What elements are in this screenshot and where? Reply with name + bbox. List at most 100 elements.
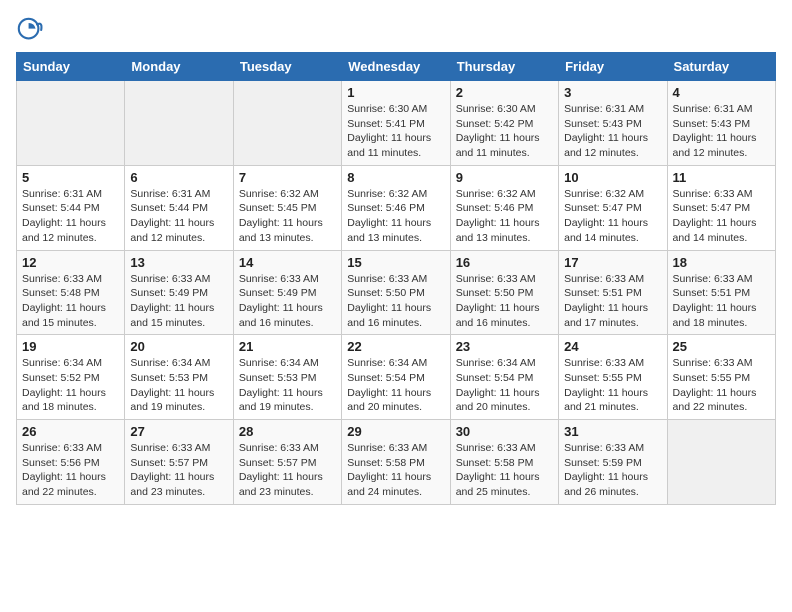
day-number: 22 (347, 339, 444, 354)
day-info: Sunrise: 6:33 AM Sunset: 5:58 PM Dayligh… (456, 441, 553, 500)
day-number: 19 (22, 339, 119, 354)
day-info: Sunrise: 6:34 AM Sunset: 5:54 PM Dayligh… (456, 356, 553, 415)
day-header-monday: Monday (125, 53, 233, 81)
day-number: 3 (564, 85, 661, 100)
day-info: Sunrise: 6:34 AM Sunset: 5:53 PM Dayligh… (130, 356, 227, 415)
day-number: 28 (239, 424, 336, 439)
day-info: Sunrise: 6:33 AM Sunset: 5:55 PM Dayligh… (564, 356, 661, 415)
calendar-cell: 10 Sunrise: 6:32 AM Sunset: 5:47 PM Dayli… (559, 165, 667, 250)
day-info: Sunrise: 6:33 AM Sunset: 5:48 PM Dayligh… (22, 272, 119, 331)
day-info: Sunrise: 6:33 AM Sunset: 5:59 PM Dayligh… (564, 441, 661, 500)
day-number: 4 (673, 85, 770, 100)
calendar-cell: 25 Sunrise: 6:33 AM Sunset: 5:55 PM Dayli… (667, 335, 775, 420)
day-info: Sunrise: 6:33 AM Sunset: 5:51 PM Dayligh… (673, 272, 770, 331)
week-row-2: 5 Sunrise: 6:31 AM Sunset: 5:44 PM Daylig… (17, 165, 776, 250)
day-number: 26 (22, 424, 119, 439)
day-info: Sunrise: 6:34 AM Sunset: 5:53 PM Dayligh… (239, 356, 336, 415)
day-number: 9 (456, 170, 553, 185)
day-number: 5 (22, 170, 119, 185)
calendar-cell: 17 Sunrise: 6:33 AM Sunset: 5:51 PM Dayli… (559, 250, 667, 335)
calendar-cell: 29 Sunrise: 6:33 AM Sunset: 5:58 PM Dayli… (342, 420, 450, 505)
calendar-cell: 13 Sunrise: 6:33 AM Sunset: 5:49 PM Dayli… (125, 250, 233, 335)
calendar-cell: 12 Sunrise: 6:33 AM Sunset: 5:48 PM Dayli… (17, 250, 125, 335)
calendar-cell: 14 Sunrise: 6:33 AM Sunset: 5:49 PM Dayli… (233, 250, 341, 335)
calendar-cell: 4Sunrise: 6:31 AM Sunset: 5:43 PM Daylig… (667, 81, 775, 166)
calendar-cell (125, 81, 233, 166)
day-header-wednesday: Wednesday (342, 53, 450, 81)
calendar-cell: 7Sunrise: 6:32 AM Sunset: 5:45 PM Daylig… (233, 165, 341, 250)
calendar-cell: 11 Sunrise: 6:33 AM Sunset: 5:47 PM Dayli… (667, 165, 775, 250)
day-header-tuesday: Tuesday (233, 53, 341, 81)
day-number: 13 (130, 255, 227, 270)
calendar-cell: 23 Sunrise: 6:34 AM Sunset: 5:54 PM Dayli… (450, 335, 558, 420)
day-info: Sunrise: 6:32 AM Sunset: 5:45 PM Dayligh… (239, 187, 336, 246)
calendar-cell: 20Sunrise: 6:34 AM Sunset: 5:53 PM Dayli… (125, 335, 233, 420)
day-info: Sunrise: 6:33 AM Sunset: 5:49 PM Dayligh… (130, 272, 227, 331)
day-number: 29 (347, 424, 444, 439)
day-number: 10 (564, 170, 661, 185)
day-header-sunday: Sunday (17, 53, 125, 81)
calendar-cell: 19 Sunrise: 6:34 AM Sunset: 5:52 PM Dayli… (17, 335, 125, 420)
day-info: Sunrise: 6:33 AM Sunset: 5:47 PM Dayligh… (673, 187, 770, 246)
day-number: 23 (456, 339, 553, 354)
calendar-cell: 31Sunrise: 6:33 AM Sunset: 5:59 PM Dayli… (559, 420, 667, 505)
day-number: 1 (347, 85, 444, 100)
day-info: Sunrise: 6:31 AM Sunset: 5:44 PM Dayligh… (130, 187, 227, 246)
day-info: Sunrise: 6:31 AM Sunset: 5:43 PM Dayligh… (564, 102, 661, 161)
day-number: 11 (673, 170, 770, 185)
calendar-table: SundayMondayTuesdayWednesdayThursdayFrid… (16, 52, 776, 505)
day-info: Sunrise: 6:33 AM Sunset: 5:56 PM Dayligh… (22, 441, 119, 500)
day-number: 12 (22, 255, 119, 270)
day-info: Sunrise: 6:33 AM Sunset: 5:50 PM Dayligh… (347, 272, 444, 331)
calendar-cell: 2 Sunrise: 6:30 AM Sunset: 5:42 PM Daylig… (450, 81, 558, 166)
days-header-row: SundayMondayTuesdayWednesdayThursdayFrid… (17, 53, 776, 81)
week-row-4: 19 Sunrise: 6:34 AM Sunset: 5:52 PM Dayli… (17, 335, 776, 420)
day-number: 16 (456, 255, 553, 270)
day-info: Sunrise: 6:33 AM Sunset: 5:50 PM Dayligh… (456, 272, 553, 331)
day-info: Sunrise: 6:33 AM Sunset: 5:55 PM Dayligh… (673, 356, 770, 415)
day-number: 21 (239, 339, 336, 354)
calendar-cell: 8 Sunrise: 6:32 AM Sunset: 5:46 PM Daylig… (342, 165, 450, 250)
page-header (16, 16, 776, 44)
week-row-5: 26 Sunrise: 6:33 AM Sunset: 5:56 PM Dayli… (17, 420, 776, 505)
day-number: 2 (456, 85, 553, 100)
day-info: Sunrise: 6:33 AM Sunset: 5:58 PM Dayligh… (347, 441, 444, 500)
calendar-cell: 30Sunrise: 6:33 AM Sunset: 5:58 PM Dayli… (450, 420, 558, 505)
day-info: Sunrise: 6:33 AM Sunset: 5:49 PM Dayligh… (239, 272, 336, 331)
day-info: Sunrise: 6:30 AM Sunset: 5:41 PM Dayligh… (347, 102, 444, 161)
day-info: Sunrise: 6:30 AM Sunset: 5:42 PM Dayligh… (456, 102, 553, 161)
week-row-1: 1 Sunrise: 6:30 AM Sunset: 5:41 PM Daylig… (17, 81, 776, 166)
day-info: Sunrise: 6:33 AM Sunset: 5:57 PM Dayligh… (130, 441, 227, 500)
logo (16, 16, 48, 44)
day-info: Sunrise: 6:34 AM Sunset: 5:52 PM Dayligh… (22, 356, 119, 415)
day-number: 15 (347, 255, 444, 270)
calendar-cell: 27 Sunrise: 6:33 AM Sunset: 5:57 PM Dayli… (125, 420, 233, 505)
calendar-cell (17, 81, 125, 166)
day-info: Sunrise: 6:31 AM Sunset: 5:44 PM Dayligh… (22, 187, 119, 246)
calendar-cell: 22 Sunrise: 6:34 AM Sunset: 5:54 PM Dayli… (342, 335, 450, 420)
day-info: Sunrise: 6:32 AM Sunset: 5:46 PM Dayligh… (347, 187, 444, 246)
day-header-friday: Friday (559, 53, 667, 81)
day-number: 14 (239, 255, 336, 270)
calendar-cell: 5 Sunrise: 6:31 AM Sunset: 5:44 PM Daylig… (17, 165, 125, 250)
day-header-thursday: Thursday (450, 53, 558, 81)
day-number: 17 (564, 255, 661, 270)
day-info: Sunrise: 6:34 AM Sunset: 5:54 PM Dayligh… (347, 356, 444, 415)
calendar-cell: 16 Sunrise: 6:33 AM Sunset: 5:50 PM Dayli… (450, 250, 558, 335)
day-info: Sunrise: 6:33 AM Sunset: 5:51 PM Dayligh… (564, 272, 661, 331)
day-number: 24 (564, 339, 661, 354)
calendar-cell: 24 Sunrise: 6:33 AM Sunset: 5:55 PM Dayli… (559, 335, 667, 420)
logo-icon (16, 16, 44, 44)
calendar-cell: 1 Sunrise: 6:30 AM Sunset: 5:41 PM Daylig… (342, 81, 450, 166)
day-info: Sunrise: 6:32 AM Sunset: 5:47 PM Dayligh… (564, 187, 661, 246)
calendar-cell: 28Sunrise: 6:33 AM Sunset: 5:57 PM Dayli… (233, 420, 341, 505)
calendar-cell: 15 Sunrise: 6:33 AM Sunset: 5:50 PM Dayli… (342, 250, 450, 335)
day-info: Sunrise: 6:32 AM Sunset: 5:46 PM Dayligh… (456, 187, 553, 246)
calendar-cell: 26 Sunrise: 6:33 AM Sunset: 5:56 PM Dayli… (17, 420, 125, 505)
day-number: 27 (130, 424, 227, 439)
calendar-cell (667, 420, 775, 505)
day-number: 25 (673, 339, 770, 354)
day-number: 8 (347, 170, 444, 185)
day-number: 6 (130, 170, 227, 185)
calendar-cell: 3 Sunrise: 6:31 AM Sunset: 5:43 PM Daylig… (559, 81, 667, 166)
